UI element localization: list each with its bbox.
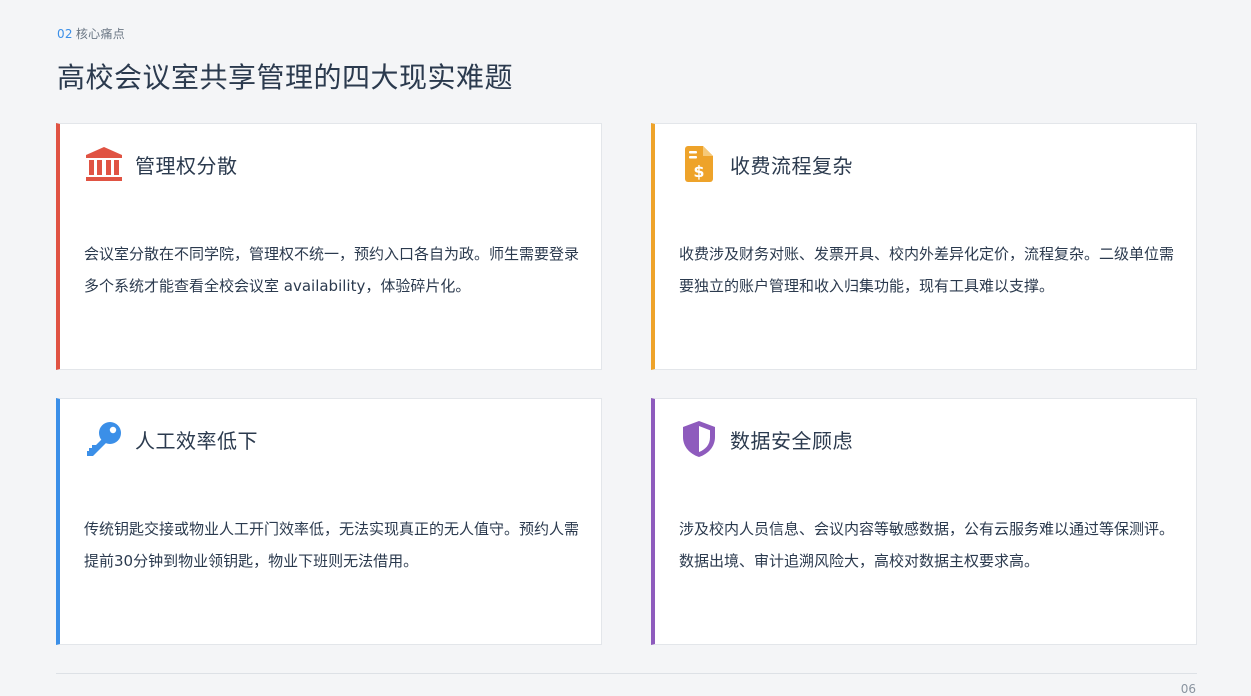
card-header: 管理权分散 xyxy=(84,144,238,184)
card-body: 会议室分散在不同学院，管理权不统一，预约入口各自为政。师生需要登录多个系统才能查… xyxy=(84,245,580,295)
section-number: 02 xyxy=(57,27,73,41)
card-data-security: 数据安全顾虑 涉及校内人员信息、会议内容等敏感数据，公有云服务难以通过等保测评。… xyxy=(651,398,1197,645)
card-body: 涉及校内人员信息、会议内容等敏感数据，公有云服务难以通过等保测评。数据出境、审计… xyxy=(679,520,1175,570)
footer-divider xyxy=(56,673,1197,674)
page-number: 06 xyxy=(1180,682,1196,696)
card-title: 数据安全顾虑 xyxy=(730,428,853,453)
bank-icon xyxy=(84,144,124,184)
shield-icon xyxy=(679,419,719,459)
slide: 02 核心痛点 高校会议室共享管理的四大现实难题 管理权分散 会议室分散在不同学院… xyxy=(0,0,1251,696)
card-body: 收费涉及财务对账、发票开具、校内外差异化定价，流程复杂。二级单位需要独立的账户管… xyxy=(679,245,1175,295)
page-title: 高校会议室共享管理的四大现实难题 xyxy=(57,61,514,94)
svg-text:$: $ xyxy=(693,162,704,181)
section-label: 核心痛点 xyxy=(75,27,126,41)
card-management-authority: 管理权分散 会议室分散在不同学院，管理权不统一，预约入口各自为政。师生需要登录多… xyxy=(56,123,602,370)
card-header: 数据安全顾虑 xyxy=(679,419,853,459)
card-header: 人工效率低下 xyxy=(84,419,258,459)
card-title: 收费流程复杂 xyxy=(730,153,853,178)
card-billing-process: $ 收费流程复杂 收费涉及财务对账、发票开具、校内外差异化定价，流程复杂。二级单… xyxy=(651,123,1197,370)
card-body: 传统钥匙交接或物业人工开门效率低，无法实现真正的无人值守。预约人需提前30分钟到… xyxy=(84,520,580,570)
key-icon xyxy=(84,419,124,459)
card-manual-efficiency: 人工效率低下 传统钥匙交接或物业人工开门效率低，无法实现真正的无人值守。预约人需… xyxy=(56,398,602,645)
invoice-dollar-icon: $ xyxy=(679,144,719,184)
card-header: $ 收费流程复杂 xyxy=(679,144,853,184)
section-eyebrow: 02 核心痛点 xyxy=(57,25,125,42)
card-title: 管理权分散 xyxy=(135,153,238,178)
card-title: 人工效率低下 xyxy=(135,428,258,453)
